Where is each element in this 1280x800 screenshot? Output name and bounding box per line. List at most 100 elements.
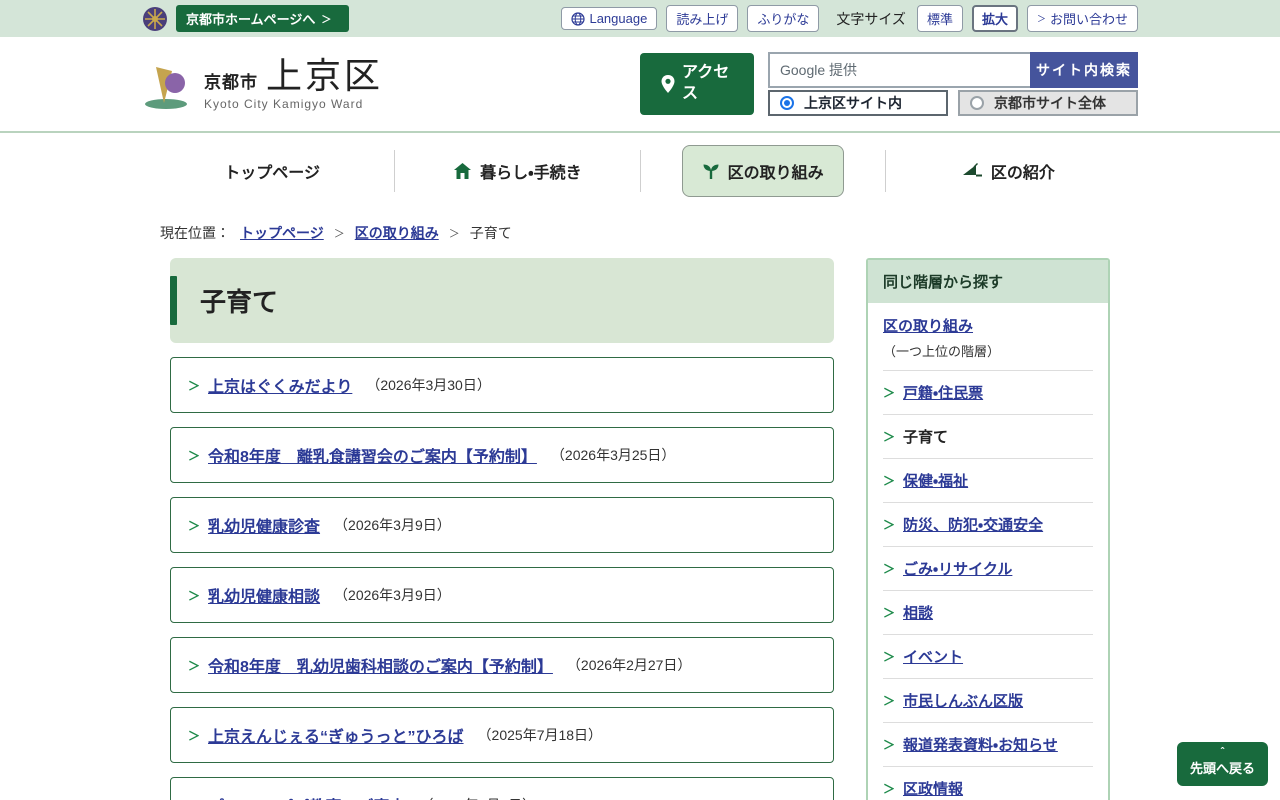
furigana-label: ふりがな — [757, 9, 809, 28]
chevron-right-icon: ＞ — [188, 517, 200, 534]
search-scope-ward-option[interactable]: 上京区サイト内 — [768, 90, 948, 116]
site-search-input[interactable] — [768, 52, 1030, 88]
site-search-button[interactable]: サイト内検索 — [1030, 52, 1138, 88]
news-date: （2026年3月30日） — [366, 375, 491, 395]
sidebar-item: ＞ イベント — [883, 634, 1093, 678]
chevron-right-icon: ＞ — [883, 384, 895, 401]
contact-button[interactable]: ＞ お問い合わせ — [1027, 5, 1138, 32]
search-scope-city-option[interactable]: 京都市サイト全体 — [958, 90, 1138, 116]
font-large-label: 拡大 — [982, 9, 1008, 28]
news-item: ＞ 上京はぐくみだより （2026年3月30日） — [170, 357, 834, 413]
page-title-box: 子育て — [170, 258, 834, 343]
chevron-up-icon: ＾ — [1217, 749, 1227, 761]
globe-icon — [571, 12, 585, 26]
sidebar-item: ＞ 子育て — [883, 414, 1093, 458]
news-link[interactable]: 令和8年度 離乳食講習会のご案内【予約制】 — [208, 443, 537, 467]
sidebar-link[interactable]: 市民しんぶん区版 — [903, 690, 1023, 711]
logo-ward-text: 上京区 — [266, 58, 383, 94]
sibling-nav-title: 同じ階層から探す — [868, 260, 1108, 303]
news-item: ＞ 乳幼児健康相談 （2026年3月9日） — [170, 567, 834, 623]
contact-label: お問い合わせ — [1050, 9, 1128, 28]
news-date: （2026年3月25日） — [551, 445, 676, 465]
sidebar-item: ＞ 報道発表資料・お知らせ — [883, 722, 1093, 766]
chevron-right-icon: ＞ — [883, 692, 895, 709]
sidebar-parent-link[interactable]: 区の取り組み — [883, 318, 973, 335]
news-item: ＞ 上京えんじぇる“ぎゅうっと”ひろば （2025年7月18日） — [170, 707, 834, 763]
page-title: 子育て — [200, 282, 810, 319]
news-item: ＞ 令和8年度 乳幼児歯科相談のご案内【予約制】 （2026年2月27日） — [170, 637, 834, 693]
sidebar-item: ＞ 保健・福祉 — [883, 458, 1093, 502]
kyoto-city-home-link[interactable]: 京都市ホームページへ ＞ — [176, 5, 349, 32]
nav-ward-introduction[interactable]: 区の紹介 — [886, 159, 1130, 183]
furigana-button[interactable]: ふりがな — [747, 5, 819, 32]
sidebar-item: ＞ 区政情報 — [883, 766, 1093, 800]
news-link[interactable]: 上京えんじぇる“ぎゅうっと”ひろば — [208, 723, 464, 747]
sidebar-parent-note: （一つ上位の階層） — [883, 341, 1093, 360]
site-search: サイト内検索 上京区サイト内 京都市サイト全体 — [768, 52, 1138, 116]
news-link[interactable]: 上京はぐくみだより — [208, 373, 352, 397]
kyoto-city-emblem-icon — [142, 6, 168, 32]
sidebar-link[interactable]: イベント — [903, 646, 963, 667]
sidebar-link[interactable]: 防災、防犯・交通安全 — [903, 514, 1043, 535]
nav-top-page[interactable]: トップページ — [150, 159, 394, 183]
news-link[interactable]: 令和8年度 乳幼児歯科相談のご案内【予約制】 — [208, 653, 553, 677]
search-scope-ward-label: 上京区サイト内 — [804, 93, 902, 113]
nav-living-procedures-label: 暮らし・手続き — [480, 159, 581, 183]
sidebar-link: 子育て — [903, 426, 948, 447]
news-link[interactable]: プレママ・パパ教室のご案内 — [208, 793, 405, 800]
news-link[interactable]: 乳幼児健康診査 — [208, 513, 320, 537]
nav-ward-initiatives[interactable]: 区の取り組み — [641, 145, 885, 197]
chevron-right-icon: ＞ — [883, 736, 895, 753]
sidebar-item: ＞ 市民しんぶん区版 — [883, 678, 1093, 722]
sidebar-link[interactable]: 区政情報 — [903, 778, 963, 799]
global-nav: トップページ 暮らし・手続き 区の取り組み 区の紹介 — [150, 133, 1130, 208]
sibling-nav-panel: 同じ階層から探す 区の取り組み （一つ上位の階層） ＞ 戸籍・住民票 ＞ 子育て — [866, 258, 1110, 800]
breadcrumb-section-link[interactable]: 区の取り組み — [355, 223, 439, 243]
sidebar-link[interactable]: 戸籍・住民票 — [903, 382, 983, 403]
font-large-button[interactable]: 拡大 — [972, 5, 1018, 32]
main-content: 子育て ＞ 上京はぐくみだより （2026年3月30日） ＞ 令和8年度 離乳食… — [170, 258, 1110, 800]
site-header: 京都市 上京区 Kyoto City Kamigyo Ward アクセス サイト… — [0, 37, 1280, 133]
news-date: （2025年4月2日） — [419, 795, 536, 800]
chevron-right-icon: ＞ — [188, 657, 200, 674]
breadcrumb-home-link[interactable]: トップページ — [240, 223, 324, 243]
chevron-right-icon: ＞ — [334, 225, 345, 241]
news-date: （2026年3月9日） — [334, 515, 451, 535]
sidebar-link[interactable]: 相談 — [903, 602, 933, 623]
access-button[interactable]: アクセス — [640, 53, 754, 115]
news-item: ＞ 令和8年度 離乳食講習会のご案内【予約制】 （2026年3月25日） — [170, 427, 834, 483]
chevron-right-icon: ＞ — [188, 447, 200, 464]
nav-ward-introduction-label: 区の紹介 — [991, 159, 1055, 183]
sidebar-link[interactable]: 保健・福祉 — [903, 470, 968, 491]
news-link[interactable]: 乳幼児健康相談 — [208, 583, 320, 607]
nav-living-procedures[interactable]: 暮らし・手続き — [395, 159, 639, 183]
chevron-right-icon: ＞ — [188, 587, 200, 604]
ward-logo[interactable]: 京都市 上京区 Kyoto City Kamigyo Ward — [142, 58, 383, 111]
back-to-top-button[interactable]: ＾ 先頭へ戻る — [1177, 742, 1268, 786]
search-scope-city-label: 京都市サイト全体 — [994, 93, 1106, 113]
access-label: アクセス — [682, 63, 734, 105]
chevron-right-icon: ＞ — [883, 560, 895, 577]
breadcrumb: 現在位置： トップページ ＞ 区の取り組み ＞ 子育て — [160, 223, 1120, 243]
nav-ward-initiatives-label: 区の取り組み — [728, 159, 824, 183]
sidebar-link[interactable]: 報道発表資料・お知らせ — [903, 734, 1058, 755]
chevron-right-icon: ＞ — [449, 225, 460, 241]
sidebar-item: ＞ 戸籍・住民票 — [883, 370, 1093, 414]
font-standard-label: 標準 — [927, 9, 953, 28]
map-pin-icon — [660, 74, 676, 94]
radio-selected-icon — [780, 96, 794, 110]
breadcrumb-current: 子育て — [470, 223, 512, 243]
chevron-right-icon: ＞ — [321, 11, 331, 26]
chevron-right-icon: ＞ — [188, 727, 200, 744]
font-standard-button[interactable]: 標準 — [917, 5, 963, 32]
read-aloud-button[interactable]: 読み上げ — [666, 5, 738, 32]
nav-top-page-label: トップページ — [224, 159, 320, 183]
chevron-right-icon: ＞ — [188, 377, 200, 394]
chevron-right-icon: ＞ — [883, 472, 895, 489]
sidebar-link[interactable]: ごみ・リサイクル — [903, 558, 1012, 579]
fan-icon — [961, 163, 983, 179]
news-item: ＞ プレママ・パパ教室のご案内 （2025年4月2日） — [170, 777, 834, 800]
sidebar-item: ＞ ごみ・リサイクル — [883, 546, 1093, 590]
language-button[interactable]: Language — [561, 7, 657, 30]
back-to-top-label: 先頭へ戻る — [1190, 761, 1255, 777]
